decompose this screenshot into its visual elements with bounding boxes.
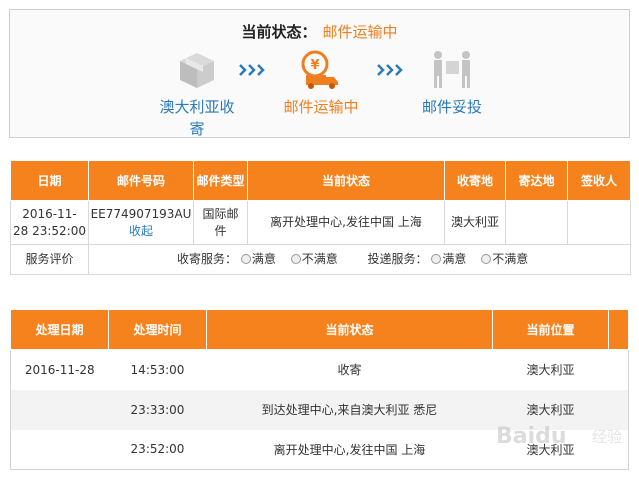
col-current-status: 当前状态 (247, 160, 445, 201)
track-status: 收寄 (206, 349, 493, 390)
svg-text:¥: ¥ (310, 58, 319, 73)
track-date: 2016-11-28 (10, 349, 109, 390)
collect-unsatisfied-label: 不满意 (301, 252, 338, 266)
chevrons-right-icon (238, 62, 268, 78)
service-rating-row: 服务评价 收寄服务： 满意 不满意 投递服务： 满意 不满意 (10, 244, 631, 275)
col-track-location: 当前位置 (492, 309, 609, 350)
track-time: 23:52:00 (108, 429, 207, 470)
delivery-truck-icon: ¥ (266, 48, 376, 92)
current-status-line: 当前状态： 邮件运输中 (10, 21, 629, 42)
box-icon (142, 48, 252, 92)
step-delivered-label: 邮件妥投 (421, 98, 482, 116)
mail-date: 2016-11- 28 23:52:00 (10, 200, 89, 245)
service-rating-label: 服务评价 (10, 244, 89, 275)
col-process-date: 处理日期 (10, 309, 109, 350)
deliver-satisfied-label: 满意 (442, 252, 467, 266)
step-delivered: 邮件妥投 (397, 48, 507, 118)
handover-icon (397, 48, 507, 92)
col-track-status: 当前状态 (206, 309, 493, 350)
mail-status: 离开处理中心,发往中国 上海 (247, 200, 445, 245)
mail-number-cell: EE774907193AU 收起 (88, 200, 194, 245)
status-panel: 当前状态： 邮件运输中 澳大利亚收 寄 ¥ 邮件运输中 邮件妥投 (9, 9, 630, 138)
collect-satisfied-label: 满意 (251, 252, 276, 266)
step-in-transit-label: 邮件运输中 (283, 98, 359, 116)
track-status: 离开处理中心,发往中国 上海 (206, 429, 493, 470)
deliver-unsatisfied-radio[interactable] (481, 254, 492, 264)
watermark-text: Baidu (496, 424, 567, 449)
service-rating-options: 收寄服务： 满意 不满意 投递服务： 满意 不满意 (88, 244, 631, 275)
step-collected: 澳大利亚收 寄 (142, 48, 252, 140)
track-date (10, 389, 109, 430)
tracking-row: 2016-11-28 14:53:00 收寄 澳大利亚 (10, 349, 629, 390)
mail-number: EE774907193AU (90, 206, 192, 221)
step-collected-label-1: 澳大利亚收 (159, 98, 235, 116)
watermark-sub: 经验 (591, 428, 622, 446)
mail-signer (567, 200, 631, 245)
col-origin: 收寄地 (444, 160, 506, 201)
mail-origin: 澳大利亚 (444, 200, 506, 245)
col-destination: 寄达地 (505, 160, 568, 201)
step-collected-label-2: 寄 (189, 120, 205, 138)
step-in-transit: ¥ 邮件运输中 (266, 48, 376, 118)
track-time: 14:53:00 (108, 349, 207, 390)
tracking-table-header: 处理日期 处理时间 当前状态 当前位置 (10, 309, 629, 350)
col-signer: 签收人 (567, 160, 631, 201)
current-status-label: 当前状态： (241, 23, 317, 41)
collect-service-label: 收寄服务： (177, 252, 238, 266)
deliver-service-label: 投递服务： (367, 252, 428, 266)
col-process-time: 处理时间 (108, 309, 207, 350)
deliver-satisfied-radio[interactable] (431, 254, 442, 264)
mail-destination (505, 200, 568, 245)
col-mail-number: 邮件号码 (88, 160, 194, 201)
mail-table-header: 日期 邮件号码 邮件类型 当前状态 收寄地 寄达地 签收人 (10, 160, 631, 201)
mail-row: 2016-11- 28 23:52:00 EE774907193AU 收起 国际… (10, 200, 631, 245)
col-mail-type: 邮件类型 (193, 160, 248, 201)
track-location: 澳大利亚 (492, 349, 609, 390)
collect-satisfied-radio[interactable] (240, 254, 251, 264)
current-status-value: 邮件运输中 (322, 23, 398, 41)
col-date: 日期 (10, 160, 89, 201)
track-status: 到达处理中心,来自澳大利亚 悉尼 (206, 389, 493, 430)
mail-type: 国际邮 件 (193, 200, 248, 245)
baidu-watermark: Baidu 经验 (496, 418, 622, 458)
track-time: 23:33:00 (108, 389, 207, 430)
collect-unsatisfied-radio[interactable] (290, 254, 301, 264)
mail-info-table: 日期 邮件号码 邮件类型 当前状态 收寄地 寄达地 签收人 2016-11- 2… (10, 160, 631, 275)
collapse-link[interactable]: 收起 (89, 223, 193, 240)
col-spacer (608, 309, 629, 350)
deliver-unsatisfied-label: 不满意 (492, 252, 529, 266)
track-date (10, 429, 109, 470)
